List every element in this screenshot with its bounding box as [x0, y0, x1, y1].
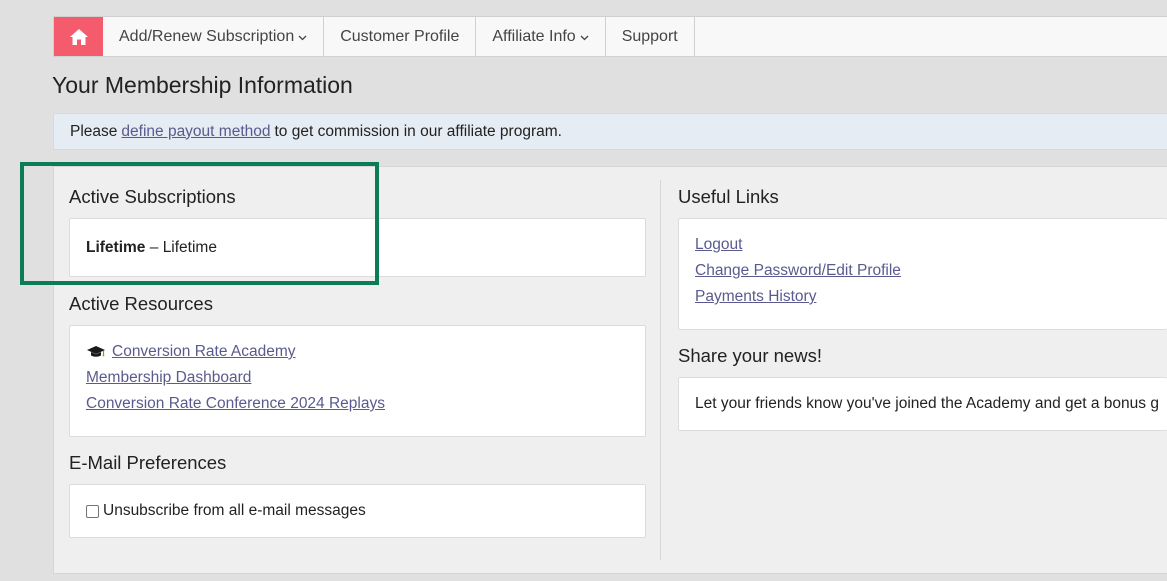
chevron-down-icon: [298, 32, 307, 44]
nav-customer-profile[interactable]: Customer Profile: [324, 17, 477, 56]
active-subscriptions-card: Lifetime – Lifetime: [69, 218, 646, 277]
nav-item-label: Add/Renew Subscription: [119, 27, 295, 45]
notice-text-before: Please: [70, 122, 118, 140]
useful-links-card: Logout Change Password/Edit Profile Paym…: [678, 218, 1167, 330]
active-resources-title: Active Resources: [69, 293, 213, 314]
nav-affiliate-info[interactable]: Affiliate Info: [476, 17, 606, 56]
subscription-item: Lifetime – Lifetime: [86, 239, 217, 257]
active-resources-card: Conversion Rate Academy Membership Dashb…: [69, 325, 646, 437]
email-preferences-card: Unsubscribe from all e-mail messages: [69, 484, 646, 538]
define-payout-link[interactable]: define payout method: [121, 123, 270, 141]
email-preferences-title: E-Mail Preferences: [69, 452, 227, 473]
active-subscriptions-title: Active Subscriptions: [69, 186, 236, 207]
change-password-link[interactable]: Change Password/Edit Profile: [695, 262, 901, 280]
resource-item: Membership Dashboard: [86, 365, 629, 391]
useful-link-item: Payments History: [695, 284, 1151, 310]
share-news-text: Let your friends know you've joined the …: [695, 395, 1159, 412]
subscription-separator: –: [149, 238, 159, 256]
home-button[interactable]: [54, 17, 103, 56]
nav-item-label: Affiliate Info: [492, 27, 576, 45]
resource-link-conversion-rate-academy[interactable]: Conversion Rate Academy: [112, 343, 296, 361]
nav-item-label: Support: [621, 27, 678, 45]
page-title: Your Membership Information: [52, 72, 353, 98]
share-news-title: Share your news!: [678, 345, 822, 366]
graduation-cap-icon: [86, 345, 106, 359]
nav-support[interactable]: Support: [606, 17, 695, 56]
useful-link-item: Logout: [695, 232, 1151, 258]
resource-item: Conversion Rate Academy: [86, 339, 629, 365]
resource-link-membership-dashboard[interactable]: Membership Dashboard: [86, 369, 251, 387]
resource-item: Conversion Rate Conference 2024 Replays: [86, 391, 629, 417]
chevron-down-icon: [580, 32, 589, 44]
home-icon: [69, 28, 88, 45]
affiliate-notice: Please define payout method to get commi…: [53, 113, 1167, 150]
logout-link[interactable]: Logout: [695, 236, 742, 254]
subscription-name: Lifetime: [86, 238, 146, 256]
useful-links-title: Useful Links: [678, 186, 779, 207]
nav-add-renew-subscription[interactable]: Add/Renew Subscription: [103, 17, 325, 56]
resource-link-conference-replays[interactable]: Conversion Rate Conference 2024 Replays: [86, 395, 385, 413]
payments-history-link[interactable]: Payments History: [695, 288, 816, 306]
unsubscribe-option[interactable]: Unsubscribe from all e-mail messages: [86, 502, 366, 520]
unsubscribe-checkbox[interactable]: [86, 504, 99, 518]
top-nav: Add/Renew Subscription Customer Profile …: [53, 16, 1167, 57]
column-divider: [660, 180, 661, 560]
share-news-card: Let your friends know you've joined the …: [678, 377, 1167, 431]
notice-text-after: to get commission in our affiliate progr…: [274, 122, 562, 140]
unsubscribe-label: Unsubscribe from all e-mail messages: [103, 502, 366, 519]
useful-link-item: Change Password/Edit Profile: [695, 258, 1151, 284]
nav-item-label: Customer Profile: [340, 27, 460, 45]
subscription-term: Lifetime: [162, 238, 217, 256]
